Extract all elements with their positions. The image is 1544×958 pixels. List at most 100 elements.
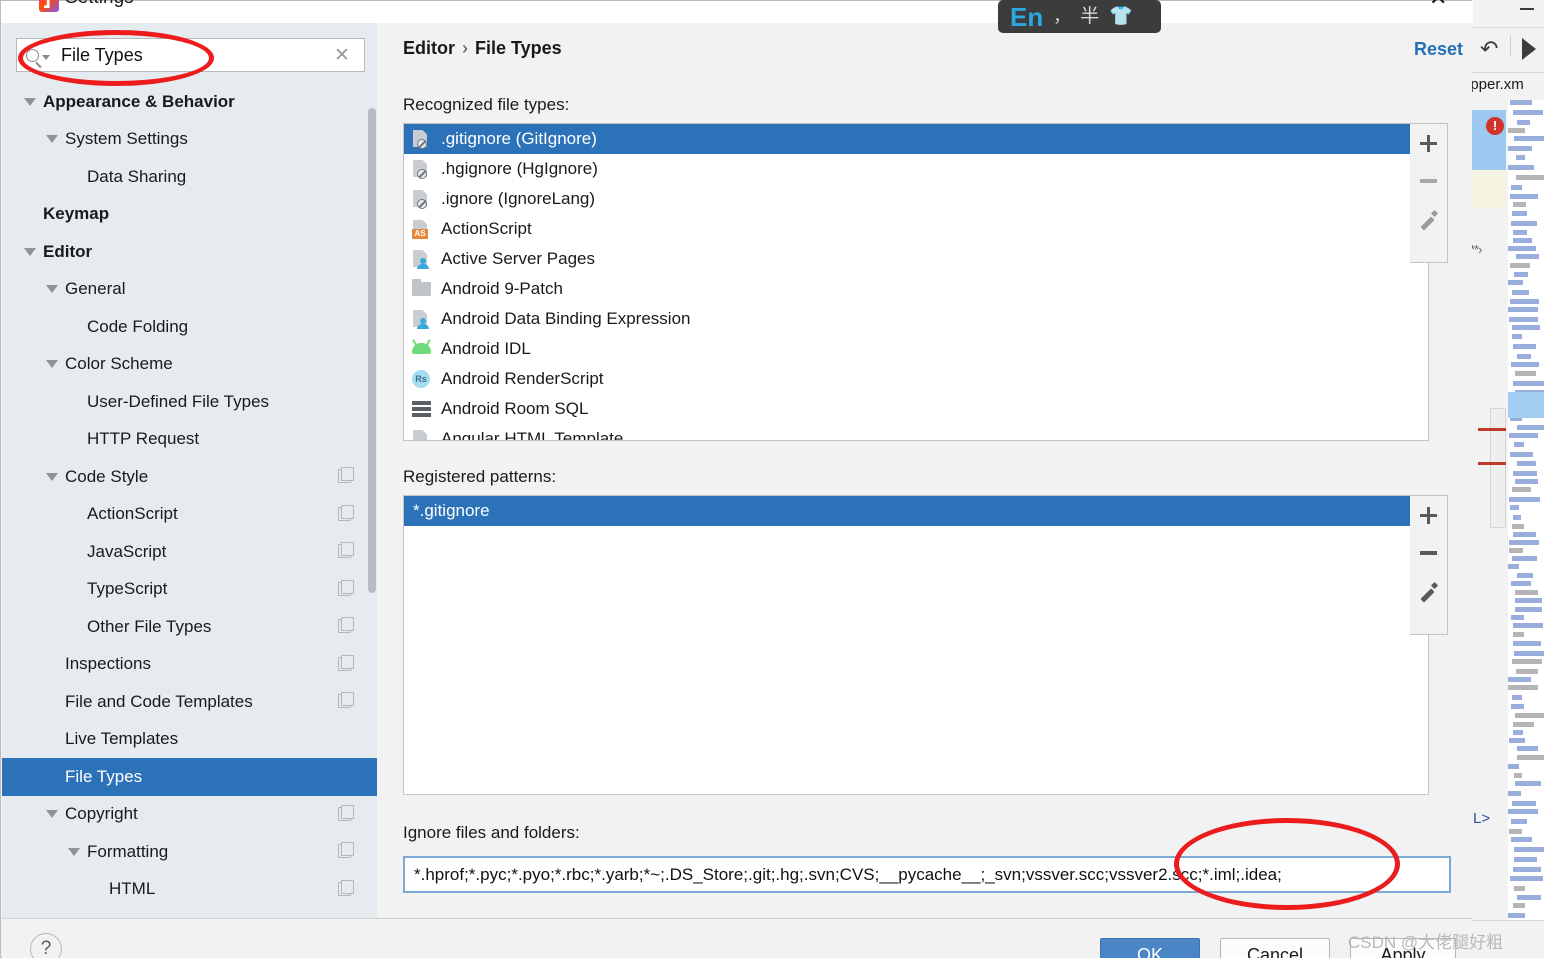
sidebar-item-code-style[interactable]: Code Style bbox=[2, 458, 377, 496]
sidebar-item-file-and-code-templates[interactable]: File and Code Templates bbox=[2, 683, 377, 721]
sidebar-item-system-settings[interactable]: System Settings bbox=[2, 121, 377, 159]
sidebar-item-color-scheme[interactable]: Color Scheme bbox=[2, 346, 377, 384]
edit-file-type-button[interactable] bbox=[1410, 200, 1448, 238]
close-icon[interactable]: ✕ bbox=[1429, 0, 1447, 9]
recognized-file-types-label: Recognized file types: bbox=[403, 95, 570, 114]
sidebar-scrollbar[interactable] bbox=[368, 108, 376, 593]
sidebar-item-code-folding[interactable]: Code Folding bbox=[2, 308, 377, 346]
file-type-row[interactable]: .ignore (IgnoreLang) bbox=[404, 184, 1428, 214]
chevron-down-icon[interactable] bbox=[46, 810, 58, 819]
help-icon[interactable]: ? bbox=[30, 933, 62, 958]
registered-patterns-list[interactable]: *.gitignore bbox=[403, 495, 1429, 795]
clear-search-icon[interactable]: ✕ bbox=[320, 44, 364, 67]
error-stripe-mark bbox=[1478, 462, 1506, 465]
sidebar-item-appearance-behavior[interactable]: Appearance & Behavior bbox=[2, 83, 377, 121]
file-type-row[interactable]: Android 9-Patch bbox=[404, 274, 1428, 304]
copy-settings-icon[interactable] bbox=[338, 467, 354, 483]
copy-settings-icon[interactable] bbox=[338, 804, 354, 821]
minimize-icon[interactable] bbox=[1520, 8, 1534, 10]
sidebar-item-live-templates[interactable]: Live Templates bbox=[2, 721, 377, 759]
copy-settings-icon[interactable] bbox=[338, 579, 354, 596]
file-type-label: Active Server Pages bbox=[441, 249, 596, 268]
edit-pattern-button[interactable] bbox=[1410, 572, 1448, 610]
ok-button[interactable]: OK bbox=[1100, 938, 1200, 958]
recognized-file-types-list[interactable]: .gitignore (GitIgnore) .hgignore (HgIgnor… bbox=[403, 123, 1429, 441]
ime-language-indicator[interactable]: En bbox=[1010, 4, 1043, 30]
file-type-label: .gitignore (GitIgnore) bbox=[441, 129, 597, 148]
file-type-row[interactable]: .gitignore (GitIgnore) bbox=[404, 124, 1428, 154]
sidebar-item-keymap[interactable]: Keymap bbox=[2, 196, 377, 234]
copy-settings-icon[interactable] bbox=[338, 842, 354, 858]
file-type-row[interactable]: .hgignore (HgIgnore) bbox=[404, 154, 1428, 184]
scrollbar-overview[interactable] bbox=[1490, 408, 1506, 528]
file-type-row[interactable]: AS ActionScript bbox=[404, 214, 1428, 244]
ime-skin-icon[interactable]: 👕 bbox=[1109, 7, 1133, 26]
gutter-highlight-secondary bbox=[1472, 170, 1506, 208]
chevron-down-icon[interactable] bbox=[46, 135, 58, 144]
file-type-label: Angular HTML Template bbox=[441, 429, 624, 441]
chevron-down-icon[interactable] bbox=[24, 247, 36, 256]
sidebar-item-formatting[interactable]: Formatting bbox=[2, 833, 377, 871]
add-file-type-button[interactable] bbox=[1410, 124, 1448, 162]
chevron-down-icon[interactable] bbox=[46, 472, 58, 481]
remove-pattern-button[interactable] bbox=[1410, 534, 1448, 572]
sidebar-item-javascript[interactable]: JavaScript bbox=[2, 533, 377, 571]
settings-search[interactable]: ✕ bbox=[16, 38, 365, 72]
chevron-down-icon[interactable] bbox=[68, 847, 80, 856]
asp-icon bbox=[411, 249, 433, 269]
file-type-row[interactable]: Android IDL bbox=[404, 334, 1428, 364]
copy-settings-icon[interactable] bbox=[338, 542, 354, 558]
reset-link[interactable]: Reset bbox=[1414, 39, 1463, 60]
file-type-row[interactable]: Android Data Binding Expression bbox=[404, 304, 1428, 334]
chevron-down-icon[interactable] bbox=[46, 360, 58, 369]
copy-settings-icon[interactable] bbox=[338, 692, 354, 708]
copy-settings-icon[interactable] bbox=[338, 879, 354, 896]
undo-icon[interactable]: ↶ bbox=[1480, 38, 1498, 60]
sidebar-item-user-defined-file-types[interactable]: User-Defined File Types bbox=[2, 383, 377, 421]
sidebar-item-copyright[interactable]: Copyright bbox=[2, 796, 377, 834]
sidebar-item-label: File and Code Templates bbox=[65, 691, 253, 711]
copy-settings-icon[interactable] bbox=[338, 617, 354, 633]
file-type-row[interactable]: Active Server Pages bbox=[404, 244, 1428, 274]
remove-file-type-button[interactable] bbox=[1410, 162, 1448, 200]
sidebar-item-html[interactable]: HTML bbox=[2, 871, 377, 909]
copy-settings-icon[interactable] bbox=[338, 504, 354, 521]
sidebar-item-label: File Types bbox=[65, 766, 143, 786]
ime-toolbar[interactable]: En ， 半 👕 bbox=[998, 0, 1161, 33]
run-icon[interactable] bbox=[1522, 38, 1536, 60]
pattern-label: *.gitignore bbox=[413, 501, 490, 520]
sidebar-item-general[interactable]: General bbox=[2, 271, 377, 309]
file-type-row[interactable]: Android Room SQL bbox=[404, 394, 1428, 424]
sidebar-item-other-file-types[interactable]: Other File Types bbox=[2, 608, 377, 646]
code-selection-highlight bbox=[1508, 392, 1544, 418]
copy-settings-icon[interactable] bbox=[338, 654, 354, 671]
sidebar-item-typescript[interactable]: TypeScript bbox=[2, 571, 377, 609]
ime-halfwidth-icon[interactable]: 半 bbox=[1080, 7, 1099, 26]
ime-punctuation-icon[interactable]: ， bbox=[1053, 8, 1070, 25]
search-icon[interactable] bbox=[17, 48, 59, 62]
breadcrumb-parent[interactable]: Editor bbox=[403, 38, 455, 58]
settings-tree[interactable]: Appearance & Behavior System Settings Data… bbox=[2, 83, 377, 918]
sidebar-item-label: Appearance & Behavior bbox=[43, 91, 235, 111]
sidebar-item-inspections[interactable]: Inspections bbox=[2, 646, 377, 684]
sidebar-item-actionscript[interactable]: ActionScript bbox=[2, 496, 377, 534]
sidebar-item-http-request[interactable]: HTTP Request bbox=[2, 421, 377, 459]
search-input[interactable] bbox=[59, 43, 320, 67]
add-pattern-button[interactable] bbox=[1410, 496, 1448, 534]
sidebar-item-data-sharing[interactable]: Data Sharing bbox=[2, 158, 377, 196]
breadcrumb-separator-icon: › bbox=[462, 38, 468, 58]
cancel-button[interactable]: Cancel bbox=[1220, 938, 1330, 958]
sidebar-item-file-types[interactable]: File Types bbox=[2, 758, 377, 796]
file-type-row[interactable]: Angular HTML Template bbox=[404, 424, 1428, 441]
chevron-down-icon[interactable] bbox=[46, 285, 58, 294]
sidebar-item-label: Color Scheme bbox=[65, 354, 173, 374]
chevron-down-icon[interactable] bbox=[24, 97, 36, 106]
settings-sidebar: ✕ Appearance & Behavior System Settings Da… bbox=[2, 23, 377, 918]
file-type-row[interactable]: Rs Android RenderScript bbox=[404, 364, 1428, 394]
file-type-label: ActionScript bbox=[441, 219, 532, 238]
generic-file-icon bbox=[411, 429, 433, 440]
ignore-files-input[interactable] bbox=[403, 856, 1451, 893]
pattern-row[interactable]: *.gitignore bbox=[404, 496, 1428, 526]
sidebar-item-editor[interactable]: Editor bbox=[2, 233, 377, 271]
settings-content: Editor › File Types Reset Recognized file … bbox=[377, 23, 1472, 918]
